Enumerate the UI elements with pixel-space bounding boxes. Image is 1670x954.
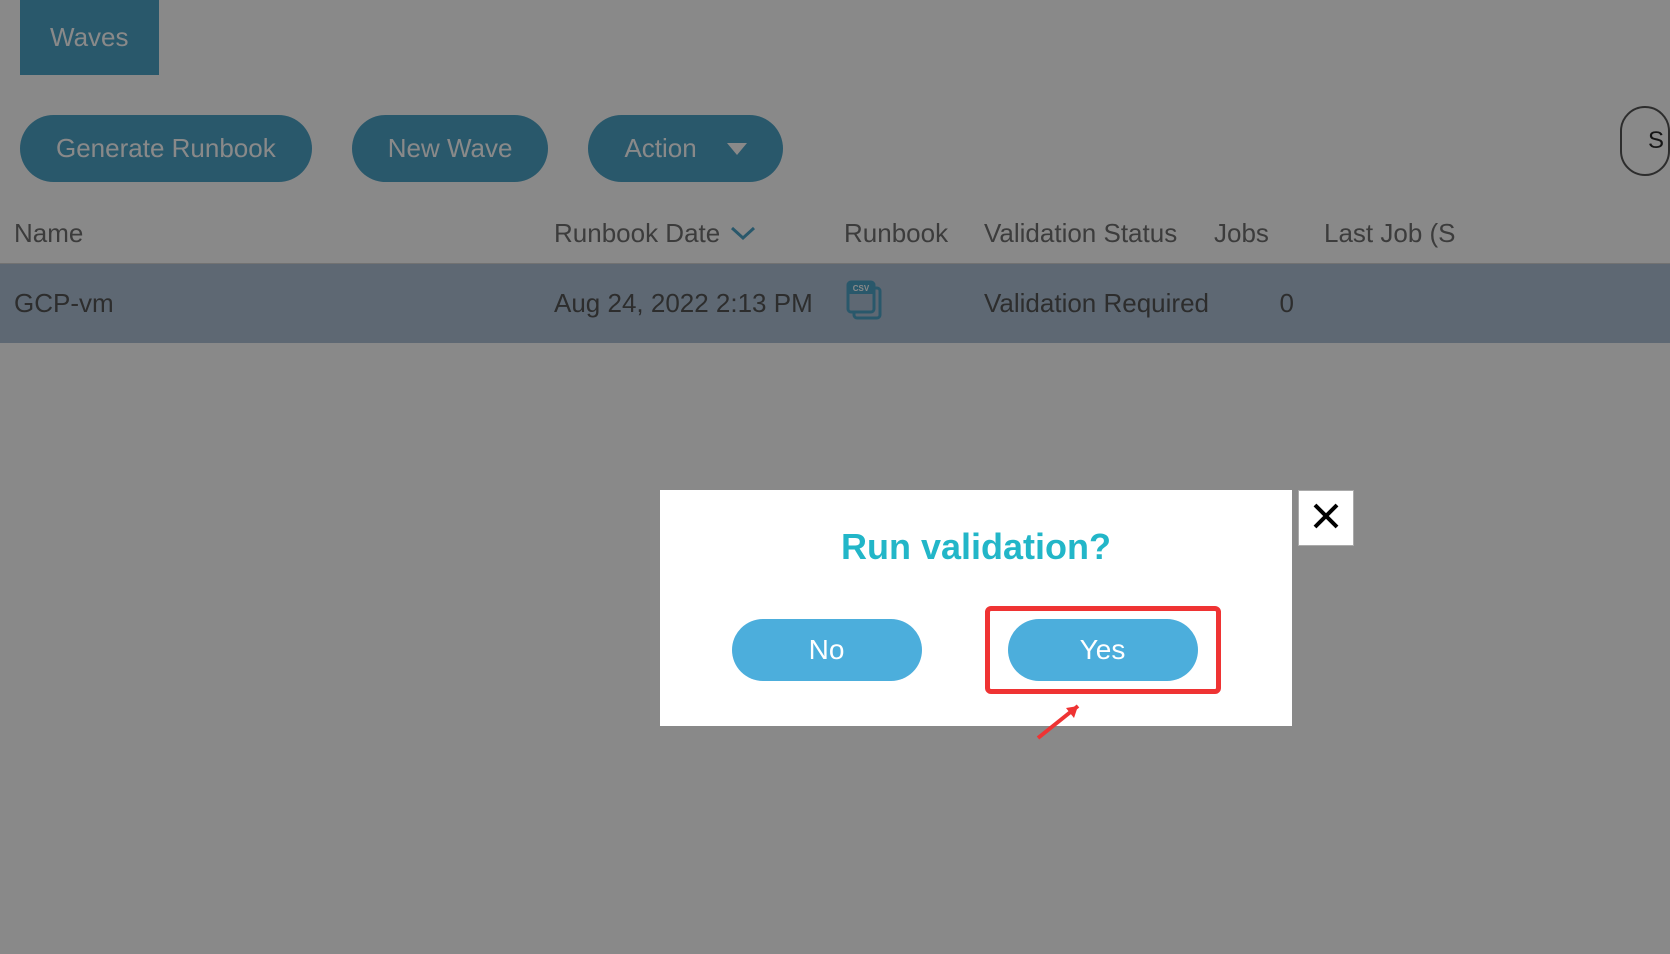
yes-button[interactable]: Yes — [1008, 619, 1198, 681]
annotation-arrow-icon — [1030, 698, 1090, 749]
modal-overlay — [0, 0, 1670, 954]
yes-button-highlight: Yes — [985, 606, 1221, 694]
close-icon — [1311, 501, 1341, 536]
dialog-title: Run validation? — [700, 526, 1252, 568]
dialog-actions: No Yes — [700, 606, 1252, 694]
dialog-close-button[interactable] — [1298, 490, 1354, 546]
no-button[interactable]: No — [732, 619, 922, 681]
page-root: Waves Generate Runbook New Wave Action S… — [0, 0, 1670, 954]
run-validation-dialog: Run validation? No Yes — [660, 490, 1292, 726]
